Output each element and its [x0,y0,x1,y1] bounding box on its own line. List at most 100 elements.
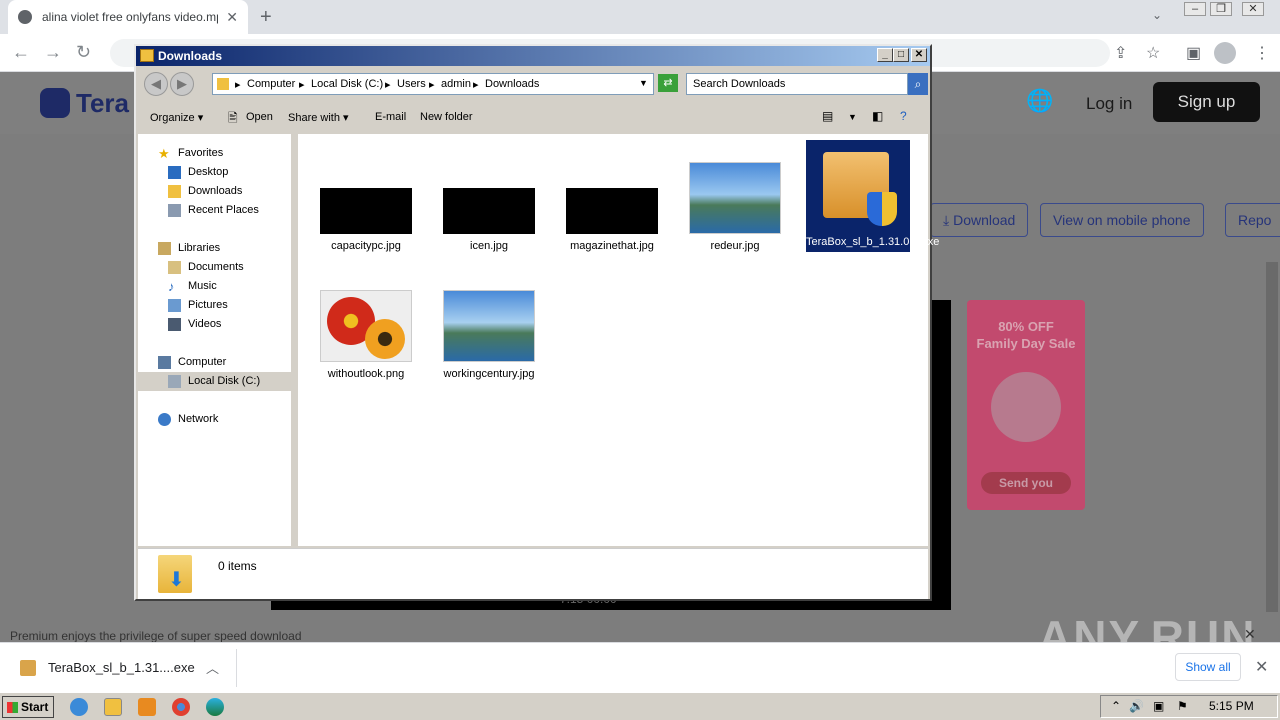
browser-tab[interactable]: alina violet free onlyfans video.mp4 ✕ [8,0,248,34]
globe-icon[interactable]: 🌐 [1026,88,1053,114]
view-dropdown-icon[interactable]: ▼ [848,112,857,122]
close-button[interactable]: ✕ [911,48,927,62]
tray-arrow-icon[interactable]: ⌃ [1111,699,1121,713]
landscape-thumbnail [689,162,781,234]
nav-documents[interactable]: Documents [138,258,294,277]
media-player-icon[interactable] [138,698,156,716]
breadcrumb-separator[interactable]: ▸ [429,78,435,91]
windows-logo-icon [7,702,18,713]
file-thumbnail [566,188,658,234]
site-logo-text[interactable]: Tera [76,88,129,119]
tab-favicon-icon [18,10,32,24]
file-item[interactable]: capacitypc.jpg [314,188,418,253]
organize-menu[interactable]: Organize ▾ [150,111,203,124]
back-arrow-icon[interactable]: ◀ [144,72,168,96]
file-item[interactable]: workingcentury.jpg [437,290,541,381]
page-scrollbar[interactable] [1266,262,1278,612]
promo-ad[interactable]: 80% OFF Family Day Sale Send you [967,300,1085,510]
open-button[interactable]: Open [246,111,273,123]
restore-icon[interactable]: ❐ [1210,2,1232,16]
new-tab-button[interactable]: + [260,6,272,29]
chevron-up-icon[interactable]: ︿ [206,658,219,677]
chrome-icon[interactable] [172,698,190,716]
explorer-titlebar[interactable]: Downloads _ □ ✕ [136,46,930,66]
nav-favorites[interactable]: ★ Favorites [138,144,294,163]
volume-icon[interactable]: 🔊 [1129,699,1144,713]
file-item[interactable]: magazinethat.jpg [560,188,664,253]
breadcrumb[interactable]: ▸ Computer ▸ Local Disk (C:) ▸ Users ▸ a… [212,73,654,95]
computer-icon [158,356,171,369]
search-input[interactable]: Search Downloads [686,73,908,95]
forward-icon[interactable]: → [44,42,62,63]
nav-music[interactable]: ♪ Music [138,277,294,296]
breadcrumb-separator[interactable]: ▸ [235,78,241,91]
terabox-logo-icon[interactable] [40,88,70,118]
email-button[interactable]: E-mail [375,111,406,123]
nav-libraries[interactable]: Libraries [138,239,294,258]
search-icon[interactable]: ⌕ [908,73,928,95]
new-folder-button[interactable]: New folder [420,111,473,123]
breadcrumb-computer[interactable]: Computer [247,78,295,90]
breadcrumb-local-disk[interactable]: Local Disk (C:) [311,78,383,90]
menu-kebab-icon[interactable]: ⋮ [1254,43,1270,63]
maximize-button[interactable]: □ [893,48,909,62]
view-mobile-button[interactable]: View on mobile phone [1040,203,1204,237]
breadcrumb-downloads[interactable]: Downloads [485,78,539,90]
breadcrumb-separator[interactable]: ▸ [299,78,305,91]
download-button-label: Download [953,212,1016,228]
help-icon[interactable]: ? [900,109,907,123]
ad-button[interactable]: Send you [981,472,1071,494]
file-item[interactable]: redeur.jpg [683,162,787,253]
side-panel-icon[interactable]: ▣ [1186,43,1201,63]
forward-arrow-icon[interactable]: ▶ [170,72,194,96]
download-shelf: TeraBox_sl_b_1.31....exe ︿ Show all ✕ [0,642,1280,692]
close-banner-icon[interactable]: ✕ [1244,626,1256,643]
history-dropdown-icon[interactable]: ▼ [639,78,648,88]
minimize-button[interactable]: _ [877,48,893,62]
breadcrumb-separator[interactable]: ▸ [473,78,479,91]
tab-search-chevron-icon[interactable]: ⌄ [1152,8,1162,22]
explorer-icon[interactable] [104,698,122,716]
action-center-flag-icon[interactable]: ⚑ [1177,699,1188,713]
edge-icon[interactable] [206,698,224,716]
back-icon[interactable]: ← [12,42,30,63]
clock[interactable]: 5:15 PM [1209,699,1254,713]
login-link[interactable]: Log in [1086,94,1132,114]
breadcrumb-separator[interactable]: ▸ [385,78,391,91]
nav-computer[interactable]: Computer [138,353,294,372]
nav-videos[interactable]: Videos [138,315,294,334]
file-item[interactable]: icen.jpg [437,188,541,253]
nav-network[interactable]: Network [138,410,294,429]
network-tray-icon[interactable]: ▣ [1153,699,1164,713]
drive-icon [168,375,181,388]
file-item[interactable]: withoutlook.png [314,290,418,381]
profile-avatar[interactable] [1214,42,1236,64]
close-window-icon[interactable]: ✕ [1242,2,1264,16]
share-with-menu[interactable]: Share with ▾ [288,111,349,124]
breadcrumb-users[interactable]: Users [397,78,426,90]
start-button[interactable]: Start [2,696,54,718]
close-download-bar-icon[interactable]: ✕ [1255,657,1268,677]
change-view-icon[interactable]: ▤ [822,109,833,123]
show-all-button[interactable]: Show all [1175,653,1241,681]
file-item-selected[interactable]: TeraBox_sl_b_1.31.0.1.exe [806,140,939,252]
download-item-name[interactable]: TeraBox_sl_b_1.31....exe [48,660,195,675]
minimize-icon[interactable]: – [1184,2,1206,16]
nav-downloads[interactable]: Downloads [138,182,294,201]
breadcrumb-admin[interactable]: admin [441,78,471,90]
signup-button[interactable]: Sign up [1153,82,1260,122]
nav-desktop[interactable]: Desktop [138,163,294,182]
report-button[interactable]: Repo [1225,203,1280,237]
nav-local-disk[interactable]: Local Disk (C:) [138,372,294,391]
refresh-icon[interactable]: ⇄ [658,74,678,92]
tab-close-icon[interactable]: ✕ [226,9,238,26]
bookmark-star-icon[interactable]: ☆ [1146,43,1160,63]
file-list: capacitypc.jpg icen.jpg magazinethat.jpg… [298,134,939,546]
nav-recent-places[interactable]: Recent Places [138,201,294,220]
share-icon[interactable]: ⇪ [1114,43,1127,63]
reload-icon[interactable]: ↻ [76,42,91,63]
download-button[interactable]: ⤓ Download [930,203,1029,237]
nav-pictures[interactable]: Pictures [138,296,294,315]
preview-pane-icon[interactable]: ◧ [872,109,883,123]
ie-icon[interactable] [70,698,88,716]
